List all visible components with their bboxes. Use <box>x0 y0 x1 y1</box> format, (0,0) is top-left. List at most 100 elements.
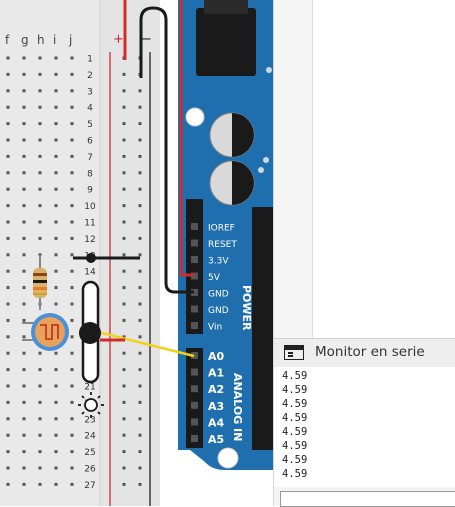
breadboard-hole[interactable] <box>54 253 58 257</box>
breadboard-hole[interactable] <box>54 187 58 191</box>
breadboard-hole[interactable] <box>54 351 58 355</box>
breadboard-hole[interactable] <box>22 368 26 372</box>
rail-hole[interactable] <box>122 466 126 470</box>
breadboard-hole[interactable] <box>22 204 26 208</box>
breadboard-hole[interactable] <box>70 450 74 454</box>
rail-hole[interactable] <box>138 318 142 322</box>
rail-hole[interactable] <box>122 72 126 76</box>
breadboard-hole[interactable] <box>70 236 74 240</box>
rail-hole[interactable] <box>138 154 142 158</box>
breadboard-hole[interactable] <box>22 236 26 240</box>
breadboard-hole[interactable] <box>54 269 58 273</box>
analog-pin-socket[interactable] <box>191 418 198 426</box>
breadboard-hole[interactable] <box>38 384 42 388</box>
rail-hole[interactable] <box>138 269 142 273</box>
breadboard-hole[interactable] <box>38 400 42 404</box>
breadboard-hole[interactable] <box>54 286 58 290</box>
rail-hole[interactable] <box>138 204 142 208</box>
breadboard-hole[interactable] <box>22 351 26 355</box>
breadboard-hole[interactable] <box>22 400 26 404</box>
breadboard-hole[interactable] <box>54 138 58 142</box>
breadboard-hole[interactable] <box>6 105 10 109</box>
breadboard-hole[interactable] <box>22 335 26 339</box>
breadboard-hole[interactable] <box>6 72 10 76</box>
serial-monitor-output[interactable]: 4.59 4.59 4.59 4.59 4.59 4.59 4.59 4.59 <box>274 367 455 487</box>
breadboard-hole[interactable] <box>70 220 74 224</box>
rail-hole[interactable] <box>122 236 126 240</box>
breadboard-hole[interactable] <box>38 89 42 93</box>
breadboard-hole[interactable] <box>22 286 26 290</box>
breadboard-hole[interactable] <box>6 400 10 404</box>
breadboard-hole[interactable] <box>6 466 10 470</box>
breadboard-hole[interactable] <box>38 450 42 454</box>
breadboard-hole[interactable] <box>22 138 26 142</box>
breadboard-hole[interactable] <box>54 482 58 486</box>
breadboard-hole[interactable] <box>22 384 26 388</box>
breadboard-hole[interactable] <box>22 269 26 273</box>
breadboard-hole[interactable] <box>70 335 74 339</box>
breadboard-hole[interactable] <box>22 171 26 175</box>
breadboard-hole[interactable] <box>38 433 42 437</box>
breadboard-hole[interactable] <box>6 253 10 257</box>
breadboard-hole[interactable] <box>38 138 42 142</box>
rail-hole[interactable] <box>138 302 142 306</box>
breadboard-hole[interactable] <box>54 450 58 454</box>
rail-hole[interactable] <box>122 384 126 388</box>
rail-hole[interactable] <box>122 204 126 208</box>
rail-hole[interactable] <box>122 154 126 158</box>
breadboard-hole[interactable] <box>54 220 58 224</box>
breadboard-hole[interactable] <box>70 351 74 355</box>
rail-hole[interactable] <box>138 138 142 142</box>
breadboard-hole[interactable] <box>22 253 26 257</box>
breadboard-hole[interactable] <box>22 187 26 191</box>
breadboard-hole[interactable] <box>38 187 42 191</box>
breadboard-hole[interactable] <box>38 56 42 60</box>
breadboard-hole[interactable] <box>70 417 74 421</box>
breadboard-hole[interactable] <box>70 400 74 404</box>
rail-hole[interactable] <box>138 105 142 109</box>
breadboard-hole[interactable] <box>70 482 74 486</box>
breadboard-hole[interactable] <box>22 56 26 60</box>
breadboard-hole[interactable] <box>6 384 10 388</box>
power-pin-socket[interactable] <box>191 223 198 230</box>
rail-hole[interactable] <box>122 105 126 109</box>
rail-hole[interactable] <box>122 122 126 126</box>
breadboard-hole[interactable] <box>70 318 74 322</box>
breadboard-hole[interactable] <box>6 450 10 454</box>
breadboard-hole[interactable] <box>22 72 26 76</box>
breadboard-hole[interactable] <box>70 466 74 470</box>
breadboard-hole[interactable] <box>6 220 10 224</box>
breadboard-hole[interactable] <box>6 417 10 421</box>
breadboard-hole[interactable] <box>54 204 58 208</box>
breadboard-hole[interactable] <box>54 56 58 60</box>
rail-hole[interactable] <box>138 187 142 191</box>
rail-hole[interactable] <box>138 433 142 437</box>
breadboard-hole[interactable] <box>54 171 58 175</box>
breadboard-hole[interactable] <box>70 302 74 306</box>
breadboard-hole[interactable] <box>6 269 10 273</box>
rail-hole[interactable] <box>138 236 142 240</box>
analog-pin-socket[interactable] <box>191 435 198 442</box>
power-pin-socket[interactable] <box>191 322 198 329</box>
breadboard-hole[interactable] <box>54 302 58 306</box>
breadboard-hole[interactable] <box>54 122 58 126</box>
breadboard-hole[interactable] <box>22 318 26 322</box>
breadboard-hole[interactable] <box>6 318 10 322</box>
serial-monitor-header[interactable]: Monitor en serie <box>274 338 455 368</box>
analog-pin-socket[interactable] <box>191 401 198 409</box>
rail-hole[interactable] <box>138 122 142 126</box>
rail-hole[interactable] <box>138 89 142 93</box>
breadboard-hole[interactable] <box>38 417 42 421</box>
breadboard-hole[interactable] <box>6 433 10 437</box>
analog-pin-socket[interactable] <box>191 368 198 376</box>
breadboard-hole[interactable] <box>22 433 26 437</box>
breadboard-hole[interactable] <box>70 368 74 372</box>
rail-hole[interactable] <box>138 482 142 486</box>
rail-hole[interactable] <box>138 171 142 175</box>
rail-hole[interactable] <box>138 368 142 372</box>
breadboard-hole[interactable] <box>38 466 42 470</box>
power-pin-socket[interactable] <box>191 305 198 313</box>
breadboard-hole[interactable] <box>38 351 42 355</box>
breadboard-hole[interactable] <box>6 368 10 372</box>
breadboard-hole[interactable] <box>54 72 58 76</box>
